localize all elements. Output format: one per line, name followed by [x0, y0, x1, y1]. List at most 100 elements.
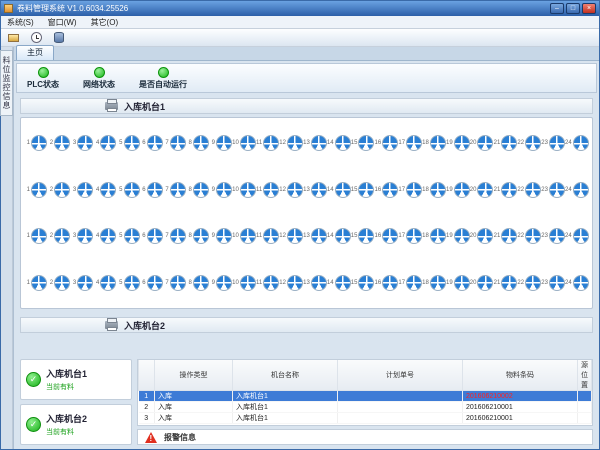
- coil-slot[interactable]: 3: [70, 182, 93, 198]
- coil-slot[interactable]: 4: [93, 135, 116, 151]
- coil-slot[interactable]: 19: [446, 228, 470, 244]
- coil-slot[interactable]: 9: [209, 228, 232, 244]
- coil-slot[interactable]: 7: [163, 182, 186, 198]
- coil-slot[interactable]: 4: [93, 228, 116, 244]
- coil-slot[interactable]: 5: [117, 275, 140, 291]
- coil-slot[interactable]: 9: [209, 182, 232, 198]
- coil-slot[interactable]: 12: [279, 275, 303, 291]
- storage-button[interactable]: [51, 30, 67, 45]
- coil-slot[interactable]: 14: [327, 228, 351, 244]
- coil-slot[interactable]: 13: [303, 135, 327, 151]
- coil-slot[interactable]: 3: [70, 275, 93, 291]
- coil-slot[interactable]: 5: [117, 135, 140, 151]
- coil-slot[interactable]: 17: [398, 182, 422, 198]
- coil-slot[interactable]: 23: [541, 275, 565, 291]
- machine-status-card[interactable]: ✓入库机台1当前有料: [20, 359, 132, 400]
- coil-slot[interactable]: 8: [186, 182, 209, 198]
- coil-slot[interactable]: 3: [70, 135, 93, 151]
- coil-slot[interactable]: 22: [517, 228, 541, 244]
- coil-slot[interactable]: 9: [209, 135, 232, 151]
- coil-slot[interactable]: 6: [140, 182, 163, 198]
- coil-slot[interactable]: 23: [541, 228, 565, 244]
- coil-slot[interactable]: 1: [24, 135, 47, 151]
- coil-slot[interactable]: 17: [398, 275, 422, 291]
- coil-slot[interactable]: 14: [327, 182, 351, 198]
- coil-slot[interactable]: 1: [24, 182, 47, 198]
- coil-slot[interactable]: 22: [517, 135, 541, 151]
- coil-slot[interactable]: 24: [565, 135, 589, 151]
- coil-slot[interactable]: 13: [303, 182, 327, 198]
- coil-slot[interactable]: 16: [375, 182, 399, 198]
- coil-slot[interactable]: 23: [541, 182, 565, 198]
- coil-slot[interactable]: 19: [446, 275, 470, 291]
- coil-slot[interactable]: 15: [351, 228, 375, 244]
- coil-slot[interactable]: 6: [140, 228, 163, 244]
- coil-slot[interactable]: 16: [375, 228, 399, 244]
- coil-slot[interactable]: 22: [517, 275, 541, 291]
- printer-icon[interactable]: [105, 102, 118, 110]
- side-tab-monitor[interactable]: 料位监控信息: [0, 50, 13, 116]
- coil-slot[interactable]: 18: [422, 182, 446, 198]
- coil-slot[interactable]: 4: [93, 275, 116, 291]
- coil-slot[interactable]: 8: [186, 275, 209, 291]
- coil-slot[interactable]: 7: [163, 228, 186, 244]
- coil-slot[interactable]: 2: [47, 228, 70, 244]
- coil-slot[interactable]: 4: [93, 182, 116, 198]
- coil-slot[interactable]: 19: [446, 182, 470, 198]
- coil-slot[interactable]: 5: [117, 182, 140, 198]
- coil-slot[interactable]: 6: [140, 275, 163, 291]
- coil-slot[interactable]: 19: [446, 135, 470, 151]
- coil-slot[interactable]: 20: [470, 182, 494, 198]
- coil-slot[interactable]: 20: [470, 135, 494, 151]
- coil-slot[interactable]: 10: [232, 182, 256, 198]
- coil-slot[interactable]: 21: [494, 135, 518, 151]
- coil-slot[interactable]: 17: [398, 135, 422, 151]
- coil-slot[interactable]: 24: [565, 228, 589, 244]
- coil-slot[interactable]: 15: [351, 135, 375, 151]
- coil-slot[interactable]: 12: [279, 228, 303, 244]
- coil-slot[interactable]: 9: [209, 275, 232, 291]
- coil-slot[interactable]: 11: [256, 135, 279, 151]
- coil-slot[interactable]: 2: [47, 275, 70, 291]
- coil-slot[interactable]: 8: [186, 228, 209, 244]
- coil-slot[interactable]: 18: [422, 275, 446, 291]
- coil-slot[interactable]: 1: [24, 275, 47, 291]
- table-row[interactable]: 1入库入库机台1201606210002: [139, 391, 592, 402]
- coil-slot[interactable]: 8: [186, 135, 209, 151]
- coil-slot[interactable]: 21: [494, 275, 518, 291]
- coil-slot[interactable]: 13: [303, 228, 327, 244]
- coil-slot[interactable]: 24: [565, 182, 589, 198]
- table-row[interactable]: 2入库入库机台1201606210001: [139, 402, 592, 413]
- coil-slot[interactable]: 1: [24, 228, 47, 244]
- coil-slot[interactable]: 11: [256, 275, 279, 291]
- coil-slot[interactable]: 20: [470, 228, 494, 244]
- coil-slot[interactable]: 15: [351, 275, 375, 291]
- coil-slot[interactable]: 12: [279, 135, 303, 151]
- coil-slot[interactable]: 11: [256, 182, 279, 198]
- tab-home[interactable]: 主页: [16, 45, 54, 60]
- coil-slot[interactable]: 10: [232, 228, 256, 244]
- clock-button[interactable]: [28, 30, 44, 45]
- coil-slot[interactable]: 24: [565, 275, 589, 291]
- table-row[interactable]: 3入库入库机台1201606210001: [139, 413, 592, 424]
- coil-slot[interactable]: 17: [398, 228, 422, 244]
- coil-slot[interactable]: 16: [375, 135, 399, 151]
- coil-slot[interactable]: 22: [517, 182, 541, 198]
- coil-slot[interactable]: 10: [232, 135, 256, 151]
- coil-slot[interactable]: 18: [422, 228, 446, 244]
- coil-slot[interactable]: 14: [327, 135, 351, 151]
- menu-item[interactable]: 窗口(W): [48, 17, 77, 28]
- coil-slot[interactable]: 10: [232, 275, 256, 291]
- system-window-button[interactable]: [5, 30, 21, 45]
- close-button[interactable]: ×: [582, 3, 596, 14]
- coil-slot[interactable]: 14: [327, 275, 351, 291]
- menu-item[interactable]: 系统(S): [7, 17, 34, 28]
- coil-slot[interactable]: 12: [279, 182, 303, 198]
- coil-slot[interactable]: 7: [163, 135, 186, 151]
- coil-slot[interactable]: 16: [375, 275, 399, 291]
- coil-slot[interactable]: 6: [140, 135, 163, 151]
- coil-slot[interactable]: 21: [494, 228, 518, 244]
- coil-slot[interactable]: 5: [117, 228, 140, 244]
- coil-slot[interactable]: 21: [494, 182, 518, 198]
- machine-status-card[interactable]: ✓入库机台2当前有料: [20, 404, 132, 445]
